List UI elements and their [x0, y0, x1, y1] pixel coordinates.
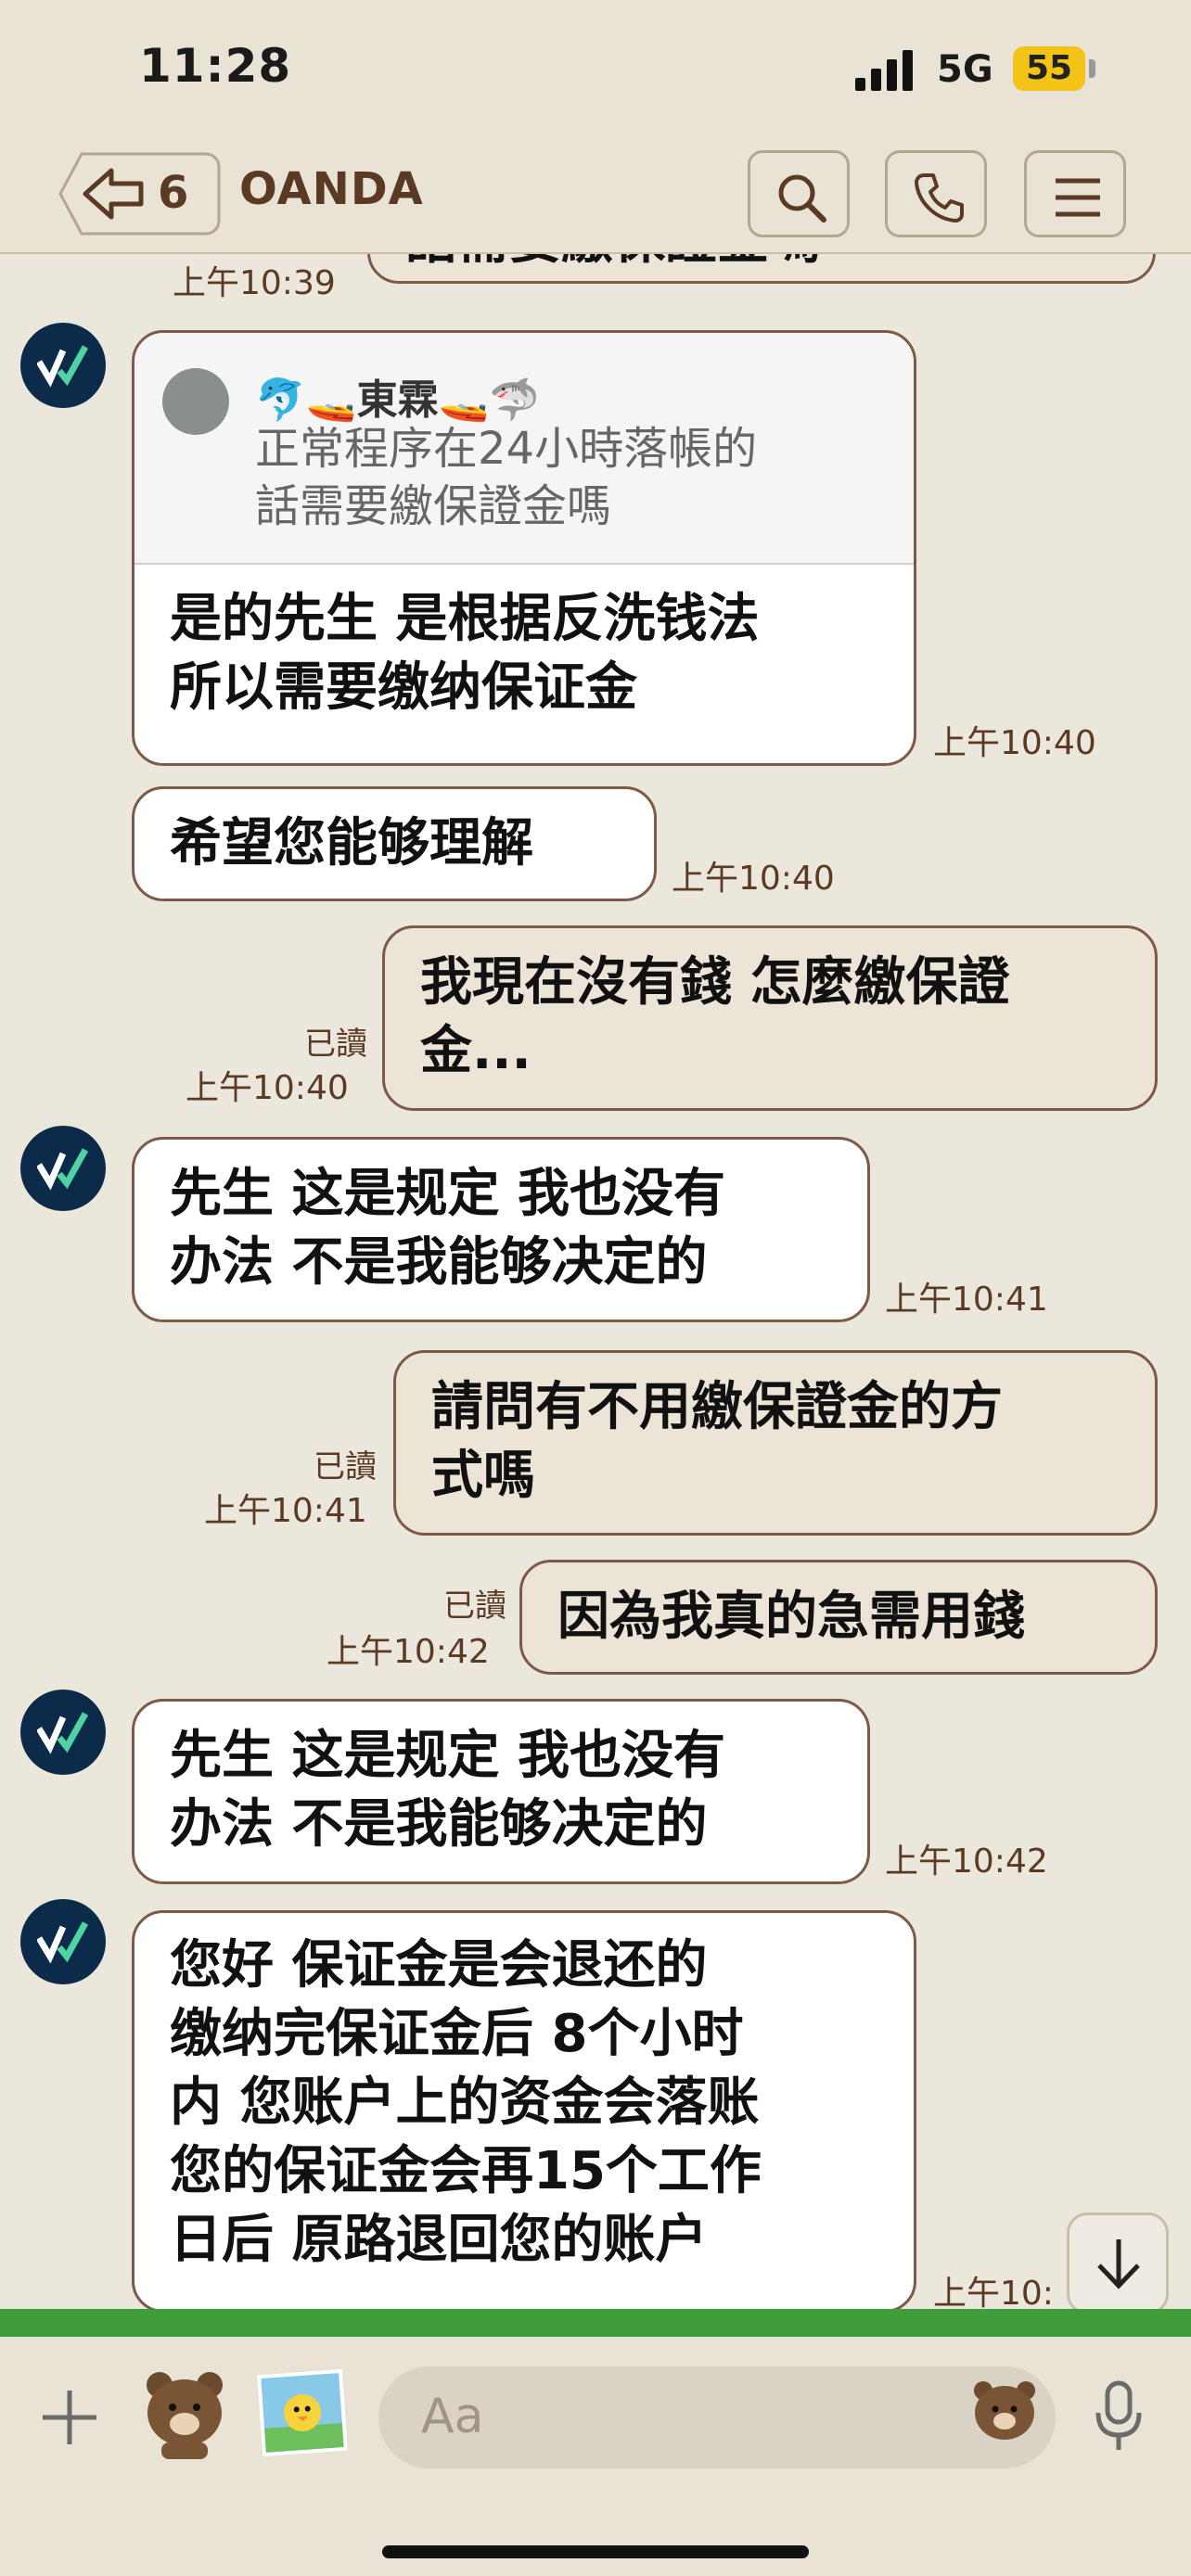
grass-decoration [0, 2309, 1191, 2337]
message-text: 先生 这是规定 我也没有 办法 不是我能够决定的 [134, 1140, 867, 1297]
message-time: 上午10:42 [885, 1843, 1048, 1881]
message-time: 上午10: [933, 2275, 1054, 2313]
oanda-logo-icon [37, 1712, 89, 1754]
message-bubble-incoming[interactable]: 希望您能够理解 [132, 786, 657, 901]
menu-icon [1056, 178, 1100, 217]
message-bubble-outgoing[interactable]: 我現在沒有錢 怎麼繳保證 金... [382, 925, 1158, 1111]
oanda-logo-icon [37, 1921, 89, 1964]
message-line: 办法 不是我能够决定的 [170, 1232, 708, 1293]
message-time: 上午10:42 [327, 1633, 490, 1671]
message-time: 上午10:40 [186, 1069, 349, 1107]
oanda-avatar[interactable] [20, 1690, 106, 1775]
oanda-avatar[interactable] [20, 323, 106, 408]
message-time: 上午10:41 [885, 1281, 1048, 1319]
message-time: 上午10:41 [204, 1492, 367, 1530]
message-line: 日后 原路退回您的账户 [170, 2210, 708, 2270]
plus-icon[interactable] [37, 2385, 102, 2450]
message-line: 所以需要缴纳保证金 [170, 657, 637, 718]
home-indicator [382, 2545, 809, 2558]
scroll-to-bottom-button[interactable] [1067, 2213, 1169, 2315]
search-button[interactable] [748, 150, 850, 237]
quoted-line: 正常程序在24小時落帳的 [255, 423, 758, 475]
message-line: 办法 不是我能够决定的 [170, 1794, 708, 1855]
message-line: 您好 保证金是会退还的 [170, 1935, 708, 1996]
call-button[interactable] [885, 150, 987, 237]
chat-message-list[interactable]: 上午10:39 話需要繳保證金嗎 🐬🚤東霖🚤🦈 正常程序在24小時落帳的 話需要… [0, 254, 1191, 2318]
message-text: 希望您能够理解 [170, 813, 533, 874]
oanda-logo-icon [37, 1148, 89, 1191]
message-input-placeholder: Aa [421, 2389, 484, 2444]
mic-icon[interactable] [1091, 2379, 1146, 2454]
message-composer: Aa [0, 2337, 1191, 2576]
back-arrow-icon [58, 152, 221, 236]
unread-count: 6 [158, 167, 189, 219]
message-line: 我現在沒有錢 怎麼繳保證 [420, 952, 1010, 1013]
chat-header: 6 OANDA [0, 139, 1191, 254]
message-line: 是的先生 是根据反洗钱法 [170, 589, 760, 649]
message-line: 金... [420, 1021, 531, 1081]
search-icon [778, 174, 826, 223]
quoted-user-avatar [162, 368, 229, 435]
message-bubble-incoming[interactable]: 先生 这是规定 我也没有 办法 不是我能够决定的 [132, 1137, 870, 1322]
quoted-message[interactable]: 🐬🚤東霖🚤🦈 正常程序在24小時落帳的 話需要繳保證金嗎 [134, 333, 914, 565]
message-line: 您的保证金会再15个工作 [170, 2141, 762, 2201]
oanda-logo-icon [37, 345, 89, 388]
photo-icon[interactable] [257, 2368, 348, 2457]
read-receipt: 已讀 [304, 1026, 367, 1063]
status-time: 11:28 [139, 39, 292, 93]
sticker-icon[interactable] [139, 2365, 230, 2461]
message-bubble-outgoing[interactable]: 因為我真的急需用錢 [519, 1560, 1158, 1675]
quoted-text: 正常程序在24小時落帳的 話需要繳保證金嗎 [255, 420, 757, 535]
message-text: 我現在沒有錢 怎麼繳保證 金... [385, 928, 1155, 1086]
read-receipt: 已讀 [443, 1588, 506, 1625]
message-time: 上午10:39 [173, 264, 336, 302]
battery-icon: 55 [1013, 46, 1085, 91]
message-text: 是的先生 是根据反洗钱法 所以需要缴纳保证金 [134, 565, 914, 722]
emoji-icon[interactable] [970, 2378, 1039, 2442]
message-line: 先生 这是规定 我也没有 [170, 1164, 725, 1224]
message-line: 請問有不用繳保證金的方 [431, 1377, 1003, 1437]
quoted-line: 話需要繳保證金嗎 [255, 480, 612, 532]
message-text: 先生 这是规定 我也没有 办法 不是我能够决定的 [134, 1702, 867, 1859]
message-text: 因為我真的急需用錢 [557, 1587, 1025, 1647]
menu-button[interactable] [1024, 150, 1126, 237]
photo-sticker-art [264, 2394, 344, 2453]
message-bubble-outgoing[interactable]: 話需要繳保證金嗎 [367, 254, 1156, 284]
message-line: 内 您账户上的资金会落账 [170, 2072, 760, 2133]
scroll-down-icon [1097, 2239, 1140, 2289]
message-line: 缴纳完保证金后 8个小时 [170, 2004, 744, 2064]
message-line: 式嗎 [431, 1446, 535, 1506]
message-text: 話需要繳保證金嗎 [370, 254, 1153, 275]
status-bar: 11:28 5G 55 [0, 0, 1191, 139]
message-bubble-incoming[interactable]: 先生 这是规定 我也没有 办法 不是我能够决定的 [132, 1699, 870, 1884]
message-bubble-incoming[interactable]: 您好 保证金是会退还的 缴纳完保证金后 8个小时 内 您账户上的资金会落账 您的… [132, 1910, 916, 2313]
read-receipt: 已讀 [314, 1448, 377, 1486]
network-label: 5G [937, 48, 993, 91]
signal-icon [855, 48, 915, 91]
oanda-avatar[interactable] [20, 1126, 106, 1211]
message-text: 請問有不用繳保證金的方 式嗎 [396, 1353, 1155, 1511]
message-bubble-reply[interactable]: 🐬🚤東霖🚤🦈 正常程序在24小時落帳的 話需要繳保證金嗎 是的先生 是根据反洗钱… [132, 330, 916, 766]
back-button[interactable]: 6 [58, 150, 221, 237]
chat-title: OANDA [239, 163, 424, 215]
phone-icon [915, 173, 964, 223]
message-time: 上午10:40 [933, 724, 1096, 762]
battery-tip [1089, 59, 1095, 78]
message-bubble-outgoing[interactable]: 請問有不用繳保證金的方 式嗎 [393, 1350, 1158, 1536]
message-text: 您好 保证金是会退还的 缴纳完保证金后 8个小时 内 您账户上的资金会落账 您的… [134, 1913, 914, 2275]
message-line: 先生 这是规定 我也没有 [170, 1726, 725, 1786]
oanda-avatar[interactable] [20, 1899, 106, 1984]
message-input[interactable]: Aa [378, 2366, 1056, 2468]
message-time: 上午10:40 [672, 860, 835, 898]
